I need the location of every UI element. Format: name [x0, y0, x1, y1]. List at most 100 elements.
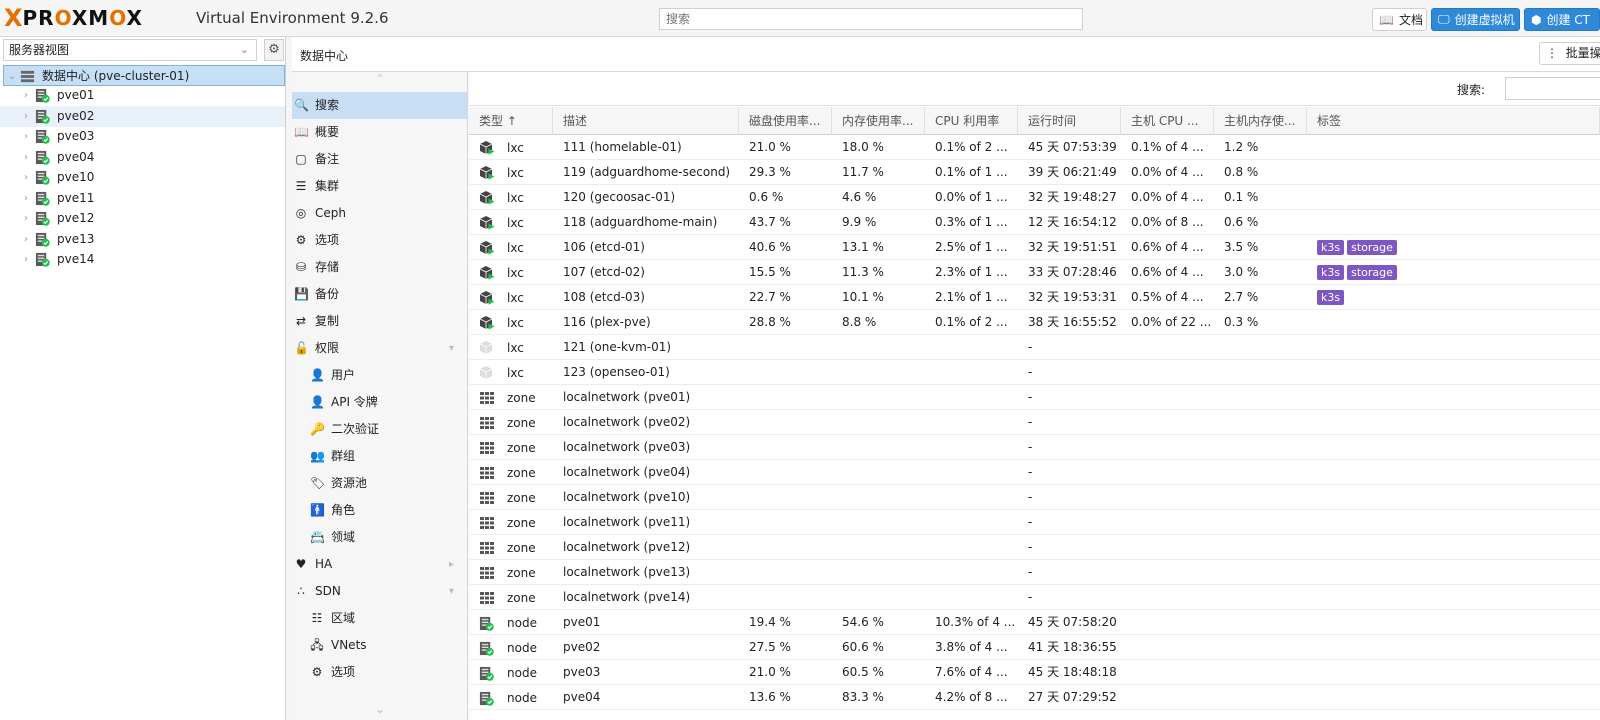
- table-row[interactable]: lxc 118 (adguardhome-main) 43.7 % 9.9 % 0.3%…: [469, 210, 1600, 235]
- nav-item-13[interactable]: 👥 群组: [292, 443, 467, 470]
- table-row[interactable]: zone localnetwork (pve11) -: [469, 510, 1600, 535]
- nav-item-4[interactable]: ◎ Ceph: [292, 200, 467, 227]
- cell-tags: [1307, 460, 1600, 485]
- create-ct-button[interactable]: ⬢ 创建 CT: [1524, 8, 1600, 31]
- cell-type-label: lxc: [507, 241, 524, 255]
- nav-item-2[interactable]: ▢ 备注: [292, 146, 467, 173]
- expand-chevron-icon[interactable]: ›: [24, 85, 28, 106]
- cell-mem: 9.9 %: [842, 215, 877, 229]
- column-header-0[interactable]: 类型 ↑: [469, 107, 553, 135]
- table-row[interactable]: lxc 111 (homelable-01) 21.0 % 18.0 % 0.1% of…: [469, 135, 1600, 160]
- expand-chevron-icon[interactable]: ›: [24, 229, 28, 250]
- scroll-up-icon[interactable]: ⌃: [292, 72, 467, 92]
- nav-item-5[interactable]: ⚙ 选项: [292, 227, 467, 254]
- expand-chevron-icon[interactable]: ›: [24, 106, 28, 127]
- docs-button[interactable]: 📖 文档: [1372, 8, 1427, 31]
- nav-item-7[interactable]: 💾 备份: [292, 281, 467, 308]
- chevron-down-icon[interactable]: ▾: [449, 578, 454, 605]
- tree-node-pve03[interactable]: › pve03: [0, 126, 285, 147]
- expand-chevron-icon[interactable]: ›: [24, 167, 28, 188]
- nav-item-3[interactable]: ☰ 集群: [292, 173, 467, 200]
- create-vm-button[interactable]: 🖵 创建虚拟机: [1431, 8, 1520, 31]
- gear-icon[interactable]: ⚙: [264, 39, 284, 61]
- node-online-icon: [35, 129, 50, 144]
- table-row[interactable]: zone localnetwork (pve13) -: [469, 560, 1600, 585]
- tree-node-pve10[interactable]: › pve10: [0, 167, 285, 188]
- collapse-chevron-icon[interactable]: ⌄: [8, 66, 16, 87]
- scroll-down-icon[interactable]: ⌄: [292, 702, 467, 720]
- nav-item-0[interactable]: 🔍 搜索: [292, 92, 467, 119]
- table-row[interactable]: node pve01 19.4 % 54.6 % 10.3% of 4 ... 45 天 …: [469, 610, 1600, 635]
- table-row[interactable]: lxc 116 (plex-pve) 28.8 % 8.8 % 0.1% of 2 ..…: [469, 310, 1600, 335]
- tree-node-pve02[interactable]: › pve02: [0, 105, 285, 127]
- tree-node-pve04[interactable]: › pve04: [0, 147, 285, 168]
- global-search-input[interactable]: [659, 8, 1083, 30]
- nav-item-10[interactable]: 👤 用户: [292, 362, 467, 389]
- expand-chevron-icon[interactable]: ›: [24, 147, 28, 168]
- tag-badge[interactable]: storage: [1347, 240, 1397, 255]
- tree-node-pve14[interactable]: › pve14: [0, 249, 285, 270]
- column-header-8[interactable]: 标签: [1307, 107, 1600, 135]
- column-header-6[interactable]: 主机 CPU ...: [1121, 107, 1214, 135]
- table-row[interactable]: zone localnetwork (pve10) -: [469, 485, 1600, 510]
- nav-item-1[interactable]: 📖 概要: [292, 119, 467, 146]
- column-header-3[interactable]: 内存使用率...: [832, 107, 925, 135]
- tag-badge[interactable]: k3s: [1317, 265, 1345, 280]
- chevron-down-icon[interactable]: ▾: [449, 335, 454, 362]
- tree-node-pve13[interactable]: › pve13: [0, 229, 285, 250]
- column-header-2[interactable]: 磁盘使用率...: [739, 107, 832, 135]
- table-row[interactable]: lxc 106 (etcd-01) 40.6 % 13.1 % 2.5% of 1 ..…: [469, 235, 1600, 260]
- view-selector[interactable]: 服务器视图 ⌄: [3, 39, 257, 61]
- tag-badge[interactable]: k3s: [1317, 290, 1345, 305]
- nav-item-9[interactable]: 🔓 权限 ▾: [292, 335, 467, 362]
- nav-item-14[interactable]: 🏷 资源池: [292, 470, 467, 497]
- table-row[interactable]: lxc 123 (openseo-01) -: [469, 360, 1600, 385]
- table-row[interactable]: lxc 120 (gecoosac-01) 0.6 % 4.6 % 0.0% of 1 …: [469, 185, 1600, 210]
- expand-chevron-icon[interactable]: ›: [24, 249, 28, 270]
- nav-item-19[interactable]: ☷ 区域: [292, 605, 467, 632]
- tag-badge[interactable]: k3s: [1317, 240, 1345, 255]
- table-row[interactable]: node pve04 13.6 % 83.3 % 4.2% of 8 ... 27 天 0…: [469, 685, 1600, 710]
- expand-chevron-icon[interactable]: ›: [24, 188, 28, 209]
- expand-chevron-icon[interactable]: ›: [24, 126, 28, 147]
- table-row[interactable]: lxc 108 (etcd-03) 22.7 % 10.1 % 2.1% of 1 ..…: [469, 285, 1600, 310]
- nav-item-8[interactable]: ⇄ 复制: [292, 308, 467, 335]
- table-row[interactable]: node pve03 21.0 % 60.5 % 7.6% of 4 ... 45 天 1…: [469, 660, 1600, 685]
- table-row[interactable]: zone localnetwork (pve02) -: [469, 410, 1600, 435]
- column-header-4[interactable]: CPU 利用率: [925, 107, 1018, 135]
- tag-badge[interactable]: storage: [1347, 265, 1397, 280]
- nav-item-18[interactable]: ∴ SDN ▾: [292, 578, 467, 605]
- column-header-5[interactable]: 运行时间: [1018, 107, 1121, 135]
- cell-hcpu: [1121, 510, 1214, 535]
- nav-item-11[interactable]: 👤 API 令牌: [292, 389, 467, 416]
- table-row[interactable]: zone localnetwork (pve04) -: [469, 460, 1600, 485]
- cell-uptime: 41 天 18:36:55: [1028, 640, 1117, 654]
- cell-mem: [832, 535, 925, 560]
- nav-item-6[interactable]: ⛁ 存储: [292, 254, 467, 281]
- table-row[interactable]: lxc 121 (one-kvm-01) -: [469, 335, 1600, 360]
- table-row[interactable]: zone localnetwork (pve03) -: [469, 435, 1600, 460]
- table-row[interactable]: zone localnetwork (pve14) -: [469, 585, 1600, 610]
- table-row[interactable]: zone localnetwork (pve01) -: [469, 385, 1600, 410]
- grid-search-input[interactable]: [1505, 77, 1600, 100]
- nav-item-21[interactable]: ⚙ 选项: [292, 659, 467, 686]
- bulk-actions-button[interactable]: ⋮ 批量操作: [1539, 42, 1600, 65]
- tree-datacenter-root[interactable]: ⌄ 数据中心 (pve-cluster-01): [3, 65, 285, 86]
- tree-node-pve01[interactable]: › pve01: [0, 85, 285, 106]
- nav-item-16[interactable]: 📇 领域: [292, 524, 467, 551]
- chevron-right-icon[interactable]: ▸: [449, 551, 454, 578]
- table-row[interactable]: lxc 107 (etcd-02) 15.5 % 11.3 % 2.3% of 1 ..…: [469, 260, 1600, 285]
- nav-item-15[interactable]: 🚹 角色: [292, 497, 467, 524]
- tree-node-pve11[interactable]: › pve11: [0, 188, 285, 209]
- column-header-7[interactable]: 主机内存使...: [1214, 107, 1307, 135]
- column-header-1[interactable]: 描述: [553, 107, 739, 135]
- tree-node-pve12[interactable]: › pve12: [0, 208, 285, 229]
- proxmox-logo[interactable]: X PROXMOX: [4, 5, 143, 31]
- table-row[interactable]: zone localnetwork (pve12) -: [469, 535, 1600, 560]
- table-row[interactable]: node pve02 27.5 % 60.6 % 3.8% of 4 ... 41 天 1…: [469, 635, 1600, 660]
- nav-item-20[interactable]: 🖧 VNets: [292, 632, 467, 659]
- nav-item-17[interactable]: ♥ HA ▸: [292, 551, 467, 578]
- expand-chevron-icon[interactable]: ›: [24, 208, 28, 229]
- table-row[interactable]: lxc 119 (adguardhome-second) 29.3 % 11.7 % 0…: [469, 160, 1600, 185]
- nav-item-12[interactable]: 🔑 二次验证: [292, 416, 467, 443]
